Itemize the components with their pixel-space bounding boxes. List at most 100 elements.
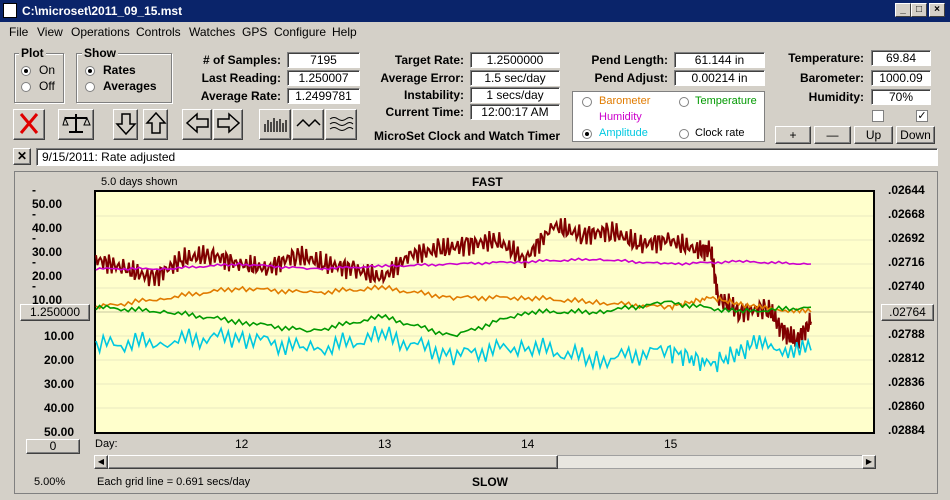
amplitude-option[interactable]: Amplitude xyxy=(599,127,648,139)
right-tick-label: .02692 xyxy=(888,231,925,245)
menu-operations[interactable]: Operations xyxy=(71,25,130,39)
menu-bar: File View Operations Controls Watches GP… xyxy=(0,22,950,41)
average-error-field: 1.5 sec/day xyxy=(470,70,560,86)
plot-group-title: Plot xyxy=(19,46,46,60)
target-rate-field[interactable]: 1.2500000 xyxy=(470,52,560,68)
barometer-option[interactable]: Barometer xyxy=(599,95,650,107)
temperature-label: Temperature: xyxy=(788,51,864,65)
show-group xyxy=(76,53,172,103)
last-reading-label: Last Reading: xyxy=(201,71,281,85)
x-tick-label: 15 xyxy=(664,437,678,451)
amplitude-radio[interactable] xyxy=(582,129,592,139)
show-group-title: Show xyxy=(82,46,118,60)
humidity-checkbox[interactable] xyxy=(872,110,884,122)
maximize-button[interactable]: □ xyxy=(911,3,927,17)
samples-label: # of Samples: xyxy=(202,53,281,67)
line-view-button[interactable] xyxy=(292,109,324,140)
average-rate-field: 1.2499781 xyxy=(287,88,360,104)
humidity-option[interactable]: Humidity xyxy=(599,111,642,123)
arrow-left-button[interactable] xyxy=(182,109,212,140)
plus-button[interactable]: + xyxy=(775,126,811,144)
title-bar[interactable]: C:\microset\2011_09_15.mst _ □ × xyxy=(0,0,950,22)
grid-note-label: Each grid line = 0.691 secs/day xyxy=(97,476,251,488)
show-rates-label[interactable]: Rates xyxy=(103,63,136,77)
multi-line-view-button[interactable] xyxy=(325,109,357,140)
plot-group xyxy=(14,53,64,103)
arrow-up-button[interactable] xyxy=(143,109,168,140)
target-rate-label: Target Rate: xyxy=(394,53,464,67)
plot-on-radio[interactable] xyxy=(21,66,31,76)
right-tick-label: .02860 xyxy=(888,399,925,413)
clock-rate-radio[interactable] xyxy=(679,129,689,139)
bars-icon xyxy=(264,118,287,132)
scroll-thumb[interactable] xyxy=(108,455,558,469)
pend-length-label: Pend Length: xyxy=(591,53,668,67)
down-button[interactable]: Down xyxy=(896,126,935,144)
menu-file[interactable]: File xyxy=(9,25,28,39)
chart-plot[interactable] xyxy=(94,190,875,434)
left-tick-label: - 10.00 xyxy=(32,279,63,307)
close-window-button[interactable]: × xyxy=(929,3,945,17)
last-reading-field: 1.250007 xyxy=(287,70,360,86)
plot-off-label[interactable]: Off xyxy=(39,79,55,93)
right-tick-label: .02836 xyxy=(888,375,925,389)
menu-view[interactable]: View xyxy=(37,25,63,39)
samples-field: 7195 xyxy=(287,52,360,68)
x-tick-label: 12 xyxy=(235,437,249,451)
scroll-box-button[interactable]: 0 xyxy=(26,439,80,454)
average-error-label: Average Error: xyxy=(380,71,464,85)
menu-configure[interactable]: Configure xyxy=(274,25,326,39)
show-checkbox[interactable]: ✓ xyxy=(916,110,928,122)
x-tick-label: 13 xyxy=(378,437,392,451)
humidity-label: Humidity: xyxy=(808,90,864,104)
arrow-left-icon xyxy=(185,112,209,134)
plot-on-label[interactable]: On xyxy=(39,63,55,77)
arrow-down-icon xyxy=(114,113,137,136)
instability-field: 1 secs/day xyxy=(470,87,560,103)
menu-gps[interactable]: GPS xyxy=(242,25,267,39)
left-tick-label: 10.00 xyxy=(44,329,75,343)
humidity-field: 70% xyxy=(871,89,931,105)
temperature-option[interactable]: Temperature xyxy=(695,95,757,107)
pend-adjust-field: 0.00214 in xyxy=(674,70,765,86)
up-button[interactable]: Up xyxy=(854,126,893,144)
center-rate-button[interactable]: 1.250000 xyxy=(20,304,90,321)
menu-watches[interactable]: Watches xyxy=(189,25,235,39)
minimize-button[interactable]: _ xyxy=(895,3,911,17)
center-right-button[interactable]: .02764 xyxy=(881,304,934,321)
instability-label: Instability: xyxy=(403,88,464,102)
show-averages-radio[interactable] xyxy=(85,82,95,92)
x-tick-label: 14 xyxy=(521,437,535,451)
arrow-right-button[interactable] xyxy=(213,109,243,140)
clock-rate-option[interactable]: Clock rate xyxy=(695,127,745,139)
multi-wave-icon xyxy=(329,117,354,131)
scroll-left-button[interactable]: ◀ xyxy=(94,455,108,469)
pend-length-field[interactable]: 61.144 in xyxy=(674,52,765,68)
temperature-radio[interactable] xyxy=(679,97,689,107)
red-x-icon xyxy=(19,113,39,134)
balance-scale-icon xyxy=(62,114,91,133)
scroll-right-button[interactable]: ▶ xyxy=(862,455,876,469)
menu-controls[interactable]: Controls xyxy=(136,25,181,39)
right-tick-label: .02884 xyxy=(888,423,925,437)
average-rate-label: Average Rate: xyxy=(200,89,281,103)
log-field[interactable]: 9/15/2011: Rate adjusted xyxy=(36,148,938,166)
arrow-down-button[interactable] xyxy=(113,109,138,140)
menu-help[interactable]: Help xyxy=(332,25,357,39)
plot-off-radio[interactable] xyxy=(21,82,31,92)
bar-view-button[interactable] xyxy=(259,109,291,140)
show-averages-label[interactable]: Averages xyxy=(103,79,157,93)
current-time-field: 12:00:17 AM xyxy=(470,104,560,120)
minus-button[interactable]: — xyxy=(814,126,851,144)
show-rates-radio[interactable] xyxy=(85,66,95,76)
right-tick-label: .02668 xyxy=(888,207,925,221)
app-icon[interactable] xyxy=(3,3,17,18)
barometer-field: 1000.09 xyxy=(871,70,931,86)
barometer-radio[interactable] xyxy=(582,97,592,107)
days-shown-label: 5.0 days shown xyxy=(101,176,178,188)
zoom-label: 5.00% xyxy=(34,476,66,488)
clear-log-button[interactable]: ✕ xyxy=(13,148,31,165)
stop-button[interactable] xyxy=(13,109,45,140)
balance-button[interactable] xyxy=(58,109,94,140)
left-tick-label: 30.00 xyxy=(44,377,75,391)
